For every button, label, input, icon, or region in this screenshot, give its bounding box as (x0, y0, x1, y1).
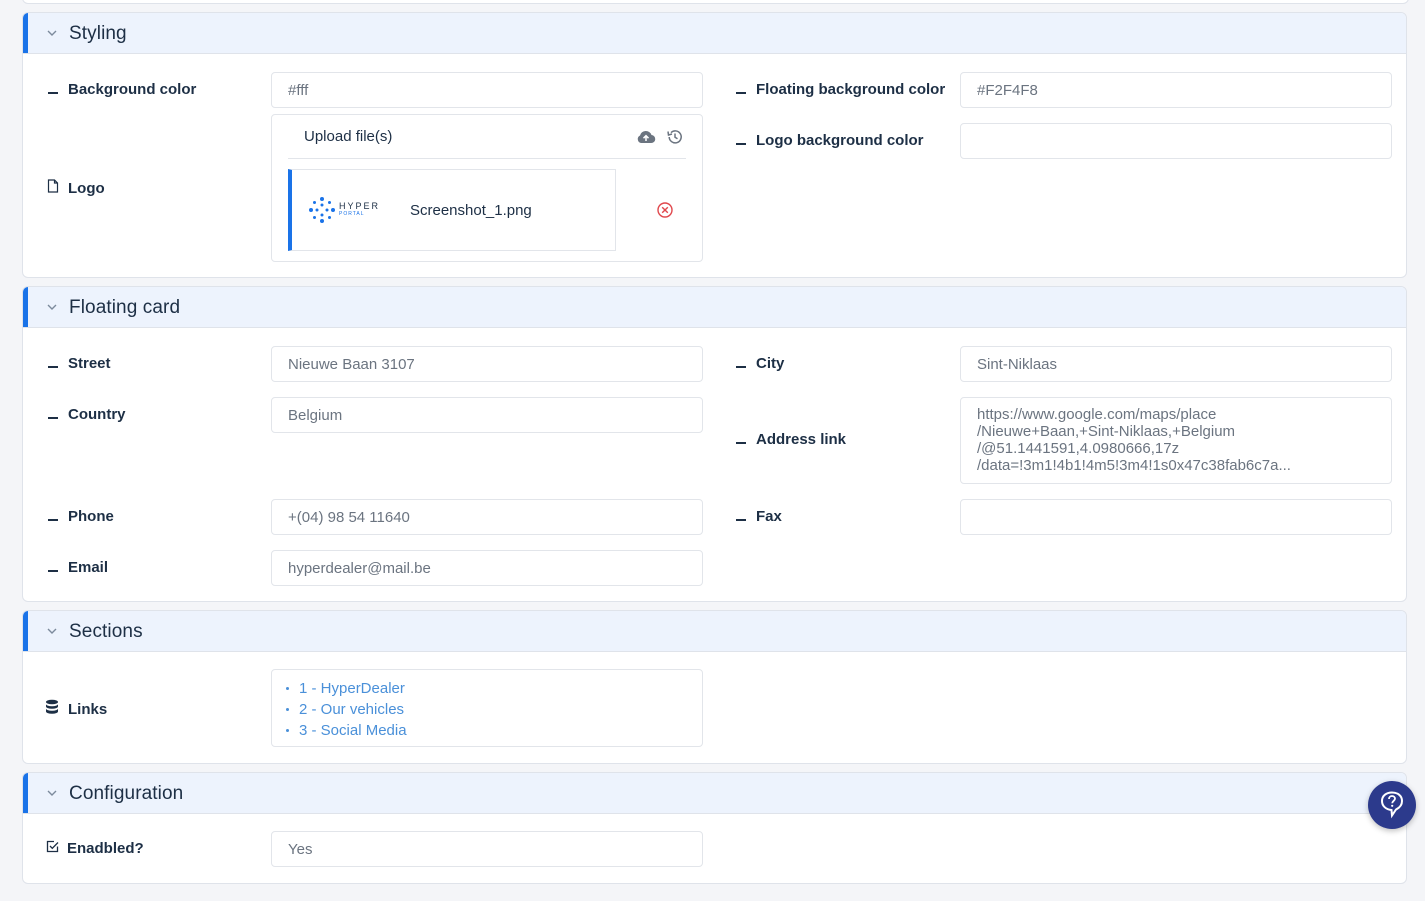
sections-section-header[interactable]: Sections (23, 611, 1406, 652)
sections-section: Sections Links 1 - HyperDealer 2 - Our v… (22, 610, 1407, 764)
minus-icon (46, 355, 60, 372)
help-button[interactable] (1368, 781, 1416, 829)
checkbox-checked-icon (45, 840, 59, 857)
remove-file-icon[interactable] (656, 201, 674, 219)
file-icon (46, 179, 60, 197)
section-title: Configuration (69, 783, 184, 804)
minus-icon (734, 81, 748, 98)
phone-label: Phone (46, 508, 114, 525)
section-title: Styling (69, 23, 127, 44)
minus-icon (46, 81, 60, 98)
city-label: City (734, 355, 784, 372)
database-icon (44, 699, 60, 719)
link-item[interactable]: 2 - Our vehicles (286, 699, 688, 720)
country-label: Country (46, 406, 126, 423)
chevron-down-icon[interactable] (45, 786, 59, 800)
links-list-box: 1 - HyperDealer 2 - Our vehicles 3 - Soc… (271, 669, 703, 747)
country-input[interactable]: Belgium (271, 397, 703, 433)
street-input[interactable]: Nieuwe Baan 3107 (271, 346, 703, 382)
links-label: Links (44, 699, 107, 719)
minus-icon (46, 508, 60, 525)
styling-section-header[interactable]: Styling (23, 13, 1406, 54)
file-thumbnail: HYPER PORTAL (308, 190, 394, 230)
cloud-upload-icon[interactable] (636, 130, 656, 144)
floating-background-color-input[interactable]: #F2F4F8 (960, 72, 1392, 108)
minus-icon (734, 508, 748, 525)
city-input[interactable]: Sint-Niklaas (960, 346, 1392, 382)
fax-input[interactable] (960, 499, 1392, 535)
section-accent-bar (23, 287, 28, 327)
section-title: Floating card (69, 297, 181, 318)
logo-label: Logo (46, 179, 105, 197)
minus-icon (734, 431, 748, 448)
section-title: Sections (69, 621, 143, 642)
logo-upload-box: Upload file(s) HYPER PORTAL Screenshot_1… (271, 114, 703, 262)
previous-section-edge (22, 0, 1409, 4)
logo-background-color-label: Logo background color (734, 132, 924, 149)
floating-card-section-header[interactable]: Floating card (23, 287, 1406, 328)
email-input[interactable]: hyperdealer@mail.be (271, 550, 703, 586)
minus-icon (46, 406, 60, 423)
link-item[interactable]: 1 - HyperDealer (286, 678, 688, 699)
configuration-section-header[interactable]: Configuration (23, 773, 1406, 814)
chevron-down-icon[interactable] (45, 26, 59, 40)
address-link-label: Address link (734, 431, 846, 448)
styling-section: Styling Background color #fff Floating b… (22, 12, 1407, 278)
upload-header: Upload file(s) (288, 115, 686, 159)
phone-input[interactable]: +(04) 98 54 11640 (271, 499, 703, 535)
file-name: Screenshot_1.png (410, 201, 532, 219)
link-item[interactable]: 3 - Social Media (286, 720, 688, 741)
minus-icon (734, 355, 748, 372)
configuration-section: Configuration Enadbled? Yes (22, 772, 1407, 884)
section-accent-bar (23, 773, 28, 813)
section-accent-bar (23, 13, 28, 53)
history-icon[interactable] (666, 128, 684, 146)
address-link-input[interactable]: https://www.google.com/maps/place /Nieuw… (960, 397, 1392, 484)
question-mark-icon (1380, 791, 1404, 819)
minus-icon (46, 559, 60, 576)
floating-background-color-label: Floating background color (734, 81, 945, 98)
background-color-label: Background color (46, 81, 196, 98)
chevron-down-icon[interactable] (45, 624, 59, 638)
uploaded-file-card: HYPER PORTAL Screenshot_1.png (288, 169, 616, 251)
street-label: Street (46, 355, 111, 372)
upload-files-button[interactable]: Upload file(s) (304, 128, 392, 145)
email-label: Email (46, 559, 108, 576)
minus-icon (734, 132, 748, 149)
chevron-down-icon[interactable] (45, 300, 59, 314)
section-accent-bar (23, 611, 28, 651)
background-color-input[interactable]: #fff (271, 72, 703, 108)
enabled-input[interactable]: Yes (271, 831, 703, 867)
logo-background-color-input[interactable] (960, 123, 1392, 159)
hyper-portal-logo (309, 197, 335, 223)
fax-label: Fax (734, 508, 782, 525)
floating-card-section: Floating card Street Nieuwe Baan 3107 Ci… (22, 286, 1407, 602)
enabled-label: Enadbled? (45, 840, 144, 857)
